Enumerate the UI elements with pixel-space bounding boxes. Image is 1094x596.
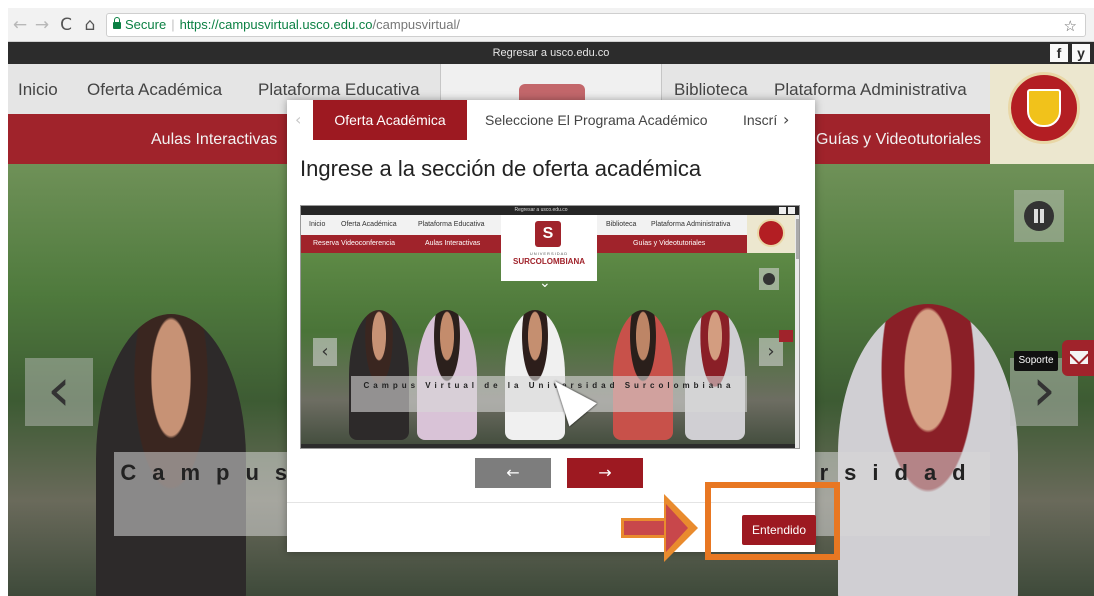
preview-coat-of-arms-block <box>747 215 795 253</box>
home-icon[interactable]: ⌂ <box>80 15 100 35</box>
preview-logo-name: SURCOLOMBIANA <box>513 257 585 266</box>
preview-nav-item: Biblioteca <box>606 221 637 228</box>
back-arrow-icon[interactable]: ← <box>10 15 30 35</box>
preview-coat-of-arms-icon <box>757 219 785 247</box>
preview-pause-icon <box>759 268 779 290</box>
url-path: /campusvirtual/ <box>372 17 460 32</box>
tab-oferta-academica[interactable]: Oferta Académica <box>313 100 467 140</box>
coat-of-arms-icon <box>1008 72 1080 144</box>
preview-photo-person <box>417 310 477 440</box>
entendido-button[interactable]: Entendido <box>742 515 816 545</box>
preview-top-strip-text: Regresar a usco.edu.co <box>514 207 568 213</box>
preview-subnav-item: Guías y Videotutoriales <box>633 240 706 247</box>
preview-nav-item: Inicio <box>309 221 326 228</box>
preview-chevron-down-icon: ⌄ <box>539 275 551 291</box>
preview-twitter-icon <box>788 207 795 214</box>
bookmark-star-icon[interactable]: ☆ <box>1064 15 1077 37</box>
preview-top-strip: Regresar a usco.edu.co <box>301 206 799 215</box>
tab-seleccione-programa[interactable]: Seleccione El Programa Académico <box>485 100 708 140</box>
url-host: https://campusvirtual.usco.edu.co <box>179 17 373 32</box>
preview-prev-arrow-icon: ‹ <box>313 338 337 366</box>
preview-photo-person <box>505 310 565 440</box>
address-separator: | <box>171 17 175 32</box>
back-to-usco-link[interactable]: Regresar a usco.edu.co <box>8 42 1094 64</box>
preview-scrollbar <box>795 215 799 448</box>
preview-facebook-icon <box>779 207 786 214</box>
preview-photo-person <box>685 310 745 440</box>
nav-item-plataforma-administrativa[interactable]: Plataforma Administrativa <box>774 80 967 100</box>
annotation-arrow-head-fill <box>666 504 688 552</box>
address-bar[interactable]: Secure | https://campusvirtual.usco.edu.co… <box>106 13 1086 37</box>
nav-item-plataforma-educativa[interactable]: Plataforma Educativa <box>258 80 420 100</box>
tab-inscribase[interactable]: Inscríbase <box>743 100 777 140</box>
preview-nav-item: Plataforma Administrativa <box>651 221 731 228</box>
step-next-button[interactable]: → <box>567 458 643 488</box>
preview-photo-person <box>349 310 409 440</box>
forward-arrow-icon[interactable]: → <box>32 15 52 35</box>
envelope-icon <box>1070 351 1088 364</box>
subnav-item-guias-videotutoriales[interactable]: Guías y Videotutoriales <box>816 131 981 149</box>
nav-item-oferta-academica[interactable]: Oferta Académica <box>87 80 222 100</box>
twitter-icon[interactable]: y <box>1072 44 1090 62</box>
preview-scroll-thumb <box>796 219 799 259</box>
support-tooltip: Soporte <box>1014 351 1058 371</box>
preview-nav-item: Oferta Académica <box>341 221 397 228</box>
step-prev-button[interactable]: ← <box>475 458 551 488</box>
coat-of-arms-shield <box>1027 89 1061 127</box>
slider-pause-button[interactable] <box>1014 190 1064 242</box>
facebook-icon[interactable]: f <box>1050 44 1068 62</box>
nav-item-inicio[interactable]: Inicio <box>18 80 58 100</box>
preview-subnav-item: Aulas Interactivas <box>425 240 481 247</box>
hero-prev-arrow-icon[interactable]: ‹ <box>25 358 93 426</box>
tab-prev-icon[interactable]: ‹ <box>295 110 301 129</box>
preview-photo-person <box>613 310 673 440</box>
browser-toolbar: ← → C ⌂ Secure | https://campusvirtual.usc… <box>8 8 1094 42</box>
support-mail-tab[interactable] <box>1062 340 1094 376</box>
pause-icon <box>1024 201 1054 231</box>
browser-window: ← → C ⌂ Secure | https://campusvirtual.usc… <box>8 8 1094 596</box>
preview-bottom-bar <box>301 444 795 448</box>
preview-logo-mark: S <box>535 221 561 247</box>
tutorial-preview-image: Regresar a usco.edu.co Inicio Oferta Aca… <box>300 205 800 449</box>
preview-next-arrow-icon: › <box>759 338 783 366</box>
preview-nav-item: Plataforma Educativa <box>418 221 485 228</box>
lock-icon <box>113 17 121 29</box>
preview-university-logo: S UNIVERSIDAD SURCOLOMBIANA <box>501 215 597 281</box>
secure-label: Secure <box>125 17 167 32</box>
preview-envelope-icon <box>779 330 793 342</box>
reload-icon[interactable]: C <box>56 15 76 35</box>
hero-photo-person-right <box>838 304 1018 596</box>
preview-logo-small-text: UNIVERSIDAD <box>529 251 569 256</box>
preview-subnav-item: Reserva Videoconferencia <box>313 240 395 247</box>
subnav-item-aulas-interactivas[interactable]: Aulas Interactivas <box>151 131 277 149</box>
modal-step-tabs: ‹ Oferta Académica Seleccione El Program… <box>287 100 815 140</box>
tab-next-icon[interactable]: › <box>783 110 789 129</box>
top-strip: Regresar a usco.edu.co <box>8 42 1094 64</box>
modal-title: Ingrese a la sección de oferta académica <box>300 156 702 181</box>
nav-item-biblioteca[interactable]: Biblioteca <box>674 80 748 100</box>
